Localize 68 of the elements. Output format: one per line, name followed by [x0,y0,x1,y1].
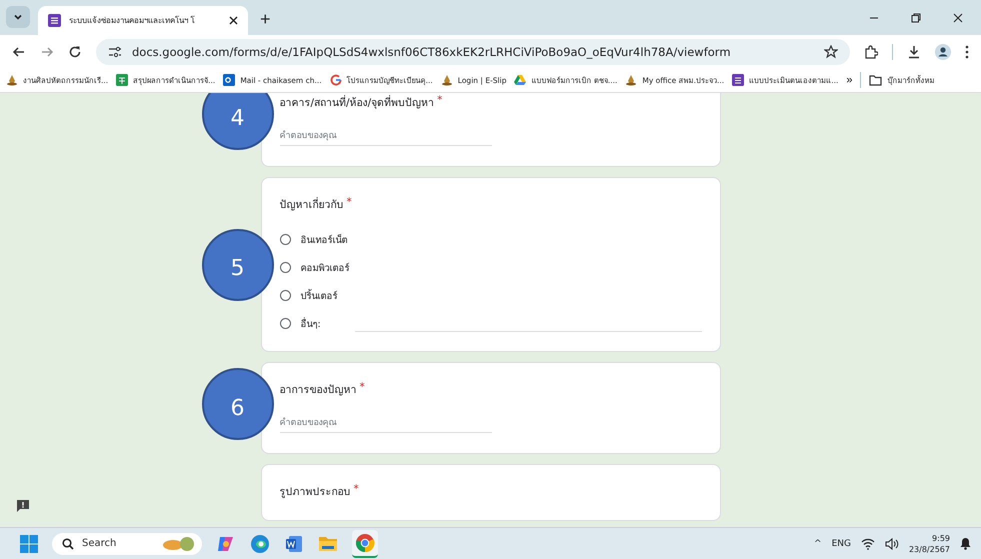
reload-icon[interactable] [68,44,82,58]
drive-icon [514,74,526,86]
required-mark: * [360,381,365,393]
clock[interactable]: 9:59 23/8/2567 [908,532,950,554]
forms-icon [48,14,61,27]
chrome-taskbar-button[interactable] [352,530,378,558]
answer-field[interactable]: คำตอบของคุณ [280,414,492,433]
required-mark: * [346,196,352,208]
menu-icon[interactable] [965,44,969,58]
number-circle: 5 [202,228,274,300]
emblem-icon [6,74,18,86]
volume-icon[interactable] [884,538,899,550]
number-circle: 4 [202,93,274,150]
notification-bell-icon[interactable] [960,537,971,550]
time-text: 9:59 [932,532,950,544]
option-label: อื่นๆ: [300,316,321,330]
melon-icon [162,536,196,552]
taskbar-search-field[interactable]: Search [52,532,202,554]
restore-icon[interactable] [911,13,921,23]
start-icon[interactable] [20,534,38,552]
question-title: อาการของปัญหา [280,383,356,398]
chrome-icon [355,532,375,552]
forward-icon[interactable] [40,44,54,58]
emblem-icon [440,74,453,86]
answer-field[interactable]: คำตอบของคุณ [280,127,492,146]
close-icon[interactable] [229,16,238,25]
tab-title: ระบบแจ้งซ่อมงานคอมฯและเทคโนฯ โ [69,14,196,27]
new-tab-button[interactable]: + [256,9,275,30]
question-title: อาคาร/สถานที่/ห้อง/จุดที่พบปัญหา [280,94,434,111]
option-label: อินเทอร์เน็ต [300,233,348,246]
site-settings-icon[interactable] [108,46,122,58]
address-bar[interactable]: docs.google.com/forms/d/e/1FAIpQLSdS4wxlsnf06CT86xkEK2rLRHCiViPoBo9aO_oEqVur4lh78A/viewform [96,38,850,64]
word-icon[interactable] [284,534,304,554]
question-title: ปัญหาเกี่ยวกับ [280,196,344,213]
profile-icon[interactable] [935,44,951,60]
feedback-icon[interactable] [16,499,30,513]
required-mark: * [437,94,442,106]
radio-button[interactable] [280,290,290,300]
browser-tab[interactable]: ระบบแจ้งซ่อมงานคอมฯและเทคโนฯ โ [38,6,248,35]
star-icon[interactable] [824,44,838,58]
close-icon[interactable] [953,13,963,23]
more-bookmarks-button[interactable]: » [846,74,852,86]
sheets-icon [116,74,128,86]
option-label: คอมพิวเตอร์ [300,262,350,274]
required-mark: * [354,483,359,495]
radio-button[interactable] [280,262,290,272]
forms-icon [732,74,744,86]
emblem-icon [625,74,638,86]
option-label: ปริ้นเตอร์ [300,288,338,302]
url-text: docs.google.com/forms/d/e/1FAIpQLSdS4wxlsnf06CT86xkEK2rLRHCiViPoBo9aO_oEqVur4lh78A/viewform [132,44,731,58]
chevron-down-icon [13,12,23,22]
radio-button[interactable] [280,318,290,328]
tab-search-button[interactable] [6,6,30,28]
number-circle: 6 [202,368,274,440]
wifi-icon[interactable] [860,538,875,550]
edge-icon[interactable] [250,534,270,554]
question-title: รูปภาพประกอบ [280,485,350,500]
search-icon [62,538,74,550]
show-hidden-icons-button[interactable]: ^ [814,538,822,548]
back-icon[interactable] [12,44,26,58]
mail-icon [223,74,236,86]
google-icon [330,74,342,86]
language-indicator[interactable]: ENG [832,538,851,548]
folder-icon [869,74,882,86]
radio-button[interactable] [280,234,290,244]
date-text: 23/8/2567 [908,544,950,554]
download-icon[interactable] [907,44,921,58]
extensions-icon[interactable] [864,44,878,58]
